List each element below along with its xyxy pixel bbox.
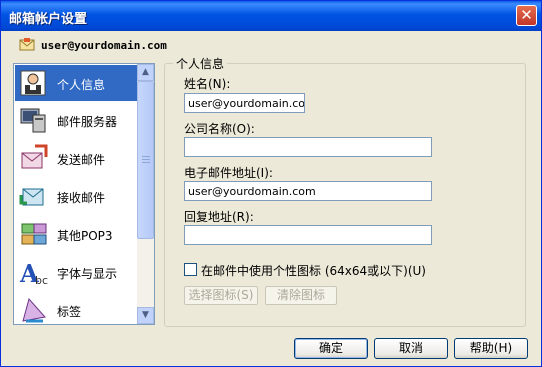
ok-label: 确定 — [318, 341, 343, 355]
scroll-up-button[interactable]: ▲ — [137, 64, 154, 81]
cancel-label: 取消 — [398, 341, 423, 355]
server-icon — [20, 108, 46, 133]
settings-category-list[interactable]: 个人信息 邮件服务器 发送邮件 接收邮件 其他POP3 A bc 字体与显示 标… — [13, 63, 155, 325]
grip-line — [142, 159, 150, 160]
name-label: 姓名(N): — [184, 77, 231, 91]
chevron-down-icon: ▼ — [142, 310, 149, 320]
sidebar-item-label: 接收邮件 — [57, 191, 106, 205]
sidebar-item-label: 个人信息 — [57, 78, 106, 92]
reply-address-label: 回复地址(R): — [184, 210, 254, 224]
send-mail-icon — [21, 144, 48, 169]
group-title: 个人信息 — [173, 55, 228, 72]
sidebar-item-tags[interactable]: 标签 — [15, 292, 138, 324]
choose-icon-button[interactable]: 选择图标(S) — [184, 286, 258, 305]
sidebar-item-personal-info[interactable]: 个人信息 — [15, 65, 138, 101]
sidebar-item-font-display[interactable]: A bc 字体与显示 — [15, 254, 138, 290]
chevron-up-icon: ▲ — [142, 67, 149, 77]
tag-icon — [22, 297, 46, 323]
window-title: 邮箱帐户设置 — [9, 12, 88, 27]
grip-line — [142, 156, 150, 157]
sidebar-item-other-pop3[interactable]: 其他POP3 — [15, 216, 138, 252]
email-input[interactable]: user@yourdomain.com — [184, 181, 432, 201]
close-icon: ✕ — [520, 6, 533, 24]
sidebar-item-mail-server[interactable]: 邮件服务器 — [15, 102, 138, 138]
custom-icon-label[interactable]: 在邮件中使用个性图标 (64x64或以下)(U) — [201, 262, 426, 279]
svg-text:bc: bc — [35, 274, 48, 287]
close-button[interactable]: ✕ — [516, 5, 537, 26]
sidebar-item-label: 邮件服务器 — [57, 115, 118, 129]
sidebar-item-label: 标签 — [57, 305, 82, 319]
company-label: 公司名称(O): — [184, 122, 255, 136]
clear-icon-label: 清除图标 — [276, 288, 325, 302]
receive-mail-icon — [19, 188, 44, 206]
title-bar[interactable]: 邮箱帐户设置 ✕ — [1, 1, 541, 31]
grip-line — [142, 162, 150, 163]
person-card-icon — [20, 70, 46, 96]
sidebar-item-label: 发送邮件 — [57, 153, 106, 167]
sidebar-item-label: 其他POP3 — [57, 229, 113, 243]
sidebar-scrollbar[interactable]: ▲ ▼ — [137, 64, 154, 324]
scroll-down-button[interactable]: ▼ — [137, 307, 154, 324]
company-input[interactable] — [184, 137, 432, 157]
custom-icon-checkbox[interactable] — [184, 263, 197, 276]
clear-icon-button[interactable]: 清除图标 — [265, 286, 337, 305]
envelope-icon — [19, 38, 35, 51]
ok-button[interactable]: 确定 — [294, 338, 368, 359]
cancel-button[interactable]: 取消 — [374, 338, 448, 359]
sidebar-item-receive-mail[interactable]: 接收邮件 — [15, 178, 138, 214]
email-label: 电子邮件地址(I): — [184, 166, 273, 180]
font-icon: A bc — [19, 259, 48, 287]
mailbox-settings-dialog: 邮箱帐户设置 ✕ user@yourdomain.com 个人信息 邮件服务器 … — [0, 0, 542, 367]
pop3-icon — [21, 223, 47, 245]
account-email: user@yourdomain.com — [41, 39, 167, 52]
reply-address-input[interactable] — [184, 225, 432, 245]
scrollbar-thumb[interactable] — [137, 81, 154, 239]
sidebar-item-send-mail[interactable]: 发送邮件 — [15, 140, 138, 176]
sidebar-item-label: 字体与显示 — [57, 267, 118, 281]
name-input[interactable]: user@yourdomain.com — [184, 93, 305, 113]
help-label: 帮助(H) — [469, 341, 513, 355]
help-button[interactable]: 帮助(H) — [454, 338, 528, 359]
choose-icon-label: 选择图标(S) — [188, 288, 254, 302]
